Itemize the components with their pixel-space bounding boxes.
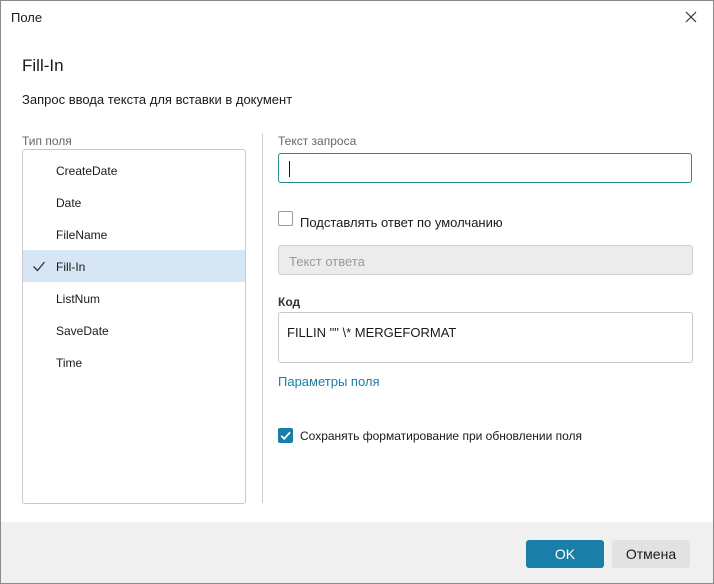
keep-formatting-checkbox[interactable]	[278, 428, 293, 443]
field-description: Запрос ввода текста для вставки в докуме…	[22, 92, 293, 107]
checkmark-icon	[33, 261, 46, 272]
list-item[interactable]: SaveDate	[23, 315, 245, 347]
title-bar: Поле	[1, 1, 713, 33]
answer-placeholder: Текст ответа	[289, 254, 365, 269]
query-text-label: Текст запроса	[278, 134, 357, 148]
default-answer-checkbox[interactable]	[278, 211, 293, 226]
keep-formatting-label[interactable]: Сохранять форматирование при обновлении …	[300, 429, 582, 443]
list-item-label: Date	[56, 196, 82, 210]
window-title: Поле	[11, 10, 43, 25]
query-text-input[interactable]	[278, 153, 692, 183]
list-item-label: FileName	[56, 228, 108, 242]
default-answer-label[interactable]: Подставлять ответ по умолчанию	[300, 215, 503, 230]
list-item[interactable]: FileName	[23, 219, 245, 251]
code-label: Код	[278, 295, 301, 309]
code-field[interactable]: FILLIN "" \* MERGEFORMAT	[278, 312, 693, 363]
close-button[interactable]	[669, 1, 713, 33]
field-options-link[interactable]: Параметры поля	[278, 374, 380, 389]
code-value: FILLIN "" \* MERGEFORMAT	[287, 325, 457, 340]
field-type-label: Тип поля	[22, 134, 72, 148]
field-heading: Fill-In	[22, 56, 64, 75]
checkmark-icon	[280, 431, 291, 441]
list-item-label: SaveDate	[56, 324, 109, 338]
list-item[interactable]: Date	[23, 187, 245, 219]
cancel-button[interactable]: Отмена	[612, 540, 690, 568]
text-caret	[289, 161, 290, 177]
close-icon	[685, 11, 697, 23]
ok-button[interactable]: OK	[526, 540, 604, 568]
list-item[interactable]: CreateDate	[23, 155, 245, 187]
list-item-label: Time	[56, 356, 83, 370]
list-item-label: Fill-In	[56, 260, 86, 274]
vertical-divider	[262, 133, 263, 503]
list-item-label: ListNum	[56, 292, 101, 306]
list-item-label: CreateDate	[56, 164, 118, 178]
list-item-selected[interactable]: Fill-In	[23, 250, 245, 282]
answer-text-input: Текст ответа	[278, 245, 693, 275]
dialog-footer	[1, 522, 713, 583]
list-item[interactable]: Time	[23, 347, 245, 379]
list-item[interactable]: ListNum	[23, 283, 245, 315]
field-dialog: Поле Fill-In Запрос ввода текста для вст…	[0, 0, 714, 584]
field-type-list[interactable]: CreateDate Date FileName Fill-In ListNum…	[22, 149, 246, 504]
